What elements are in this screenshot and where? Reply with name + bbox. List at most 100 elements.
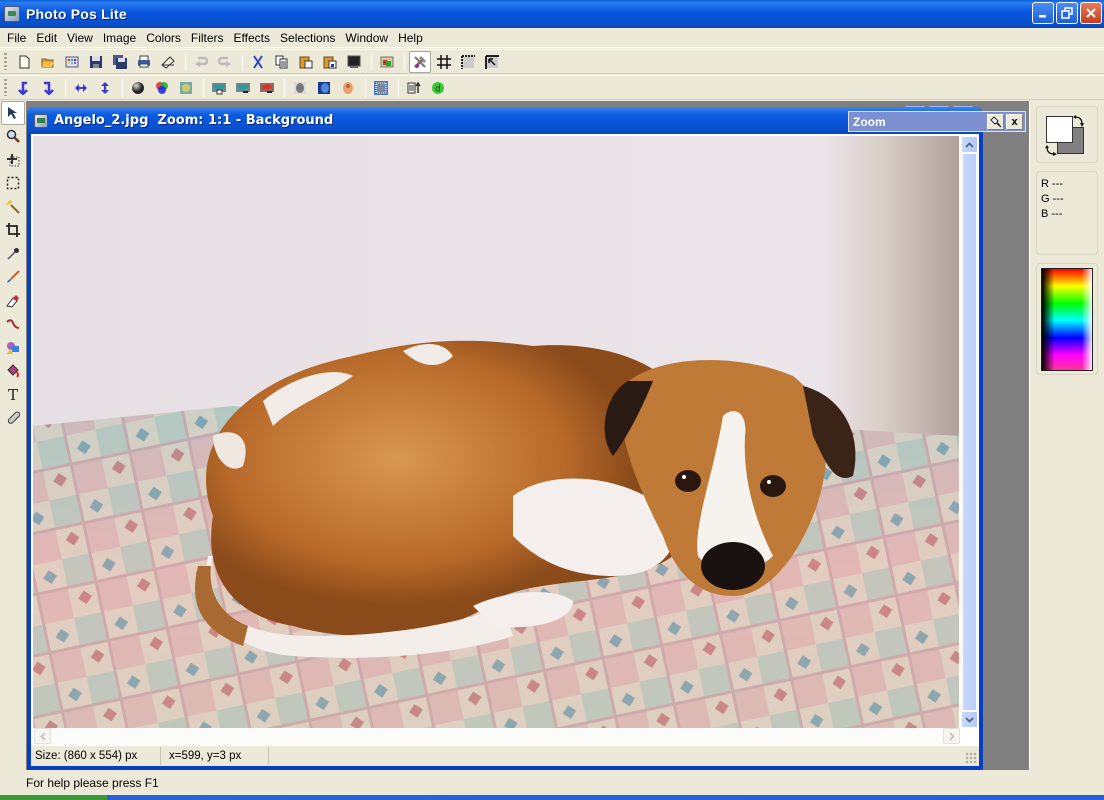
paste-button[interactable]	[295, 51, 317, 73]
crop-tool[interactable]	[1, 219, 25, 243]
redo-button[interactable]	[214, 51, 236, 73]
resize-grip[interactable]	[965, 752, 977, 764]
swap-colors-icon[interactable]	[1073, 115, 1085, 127]
toolbar-separator	[284, 78, 285, 97]
restore-button[interactable]	[1056, 2, 1078, 24]
vertical-scroll-thumb[interactable]	[962, 153, 977, 711]
layers-button[interactable]	[376, 51, 398, 73]
save-icon	[90, 55, 102, 68]
brush-tool[interactable]	[1, 266, 25, 290]
menu-window[interactable]: Window	[340, 29, 393, 47]
red-eye-remove-button[interactable]	[232, 77, 254, 99]
fullscreen-button[interactable]	[343, 51, 365, 73]
grid-button[interactable]	[433, 51, 455, 73]
move-selection-tool[interactable]	[1, 148, 25, 172]
blue-tone-button[interactable]	[313, 77, 335, 99]
pen-tool[interactable]	[1, 313, 25, 337]
ruler-button[interactable]	[457, 51, 479, 73]
undo-button[interactable]	[190, 51, 212, 73]
text-tool-icon: T	[7, 385, 18, 404]
toolbar-separator	[65, 78, 66, 97]
hue-button[interactable]	[175, 77, 197, 99]
horizontal-scrollbar[interactable]	[33, 728, 961, 745]
menu-file[interactable]: File	[2, 29, 31, 47]
tools-button[interactable]	[409, 50, 431, 73]
warm-tone-button[interactable]	[337, 77, 359, 99]
browse-button[interactable]	[61, 51, 83, 73]
main-toolbar	[0, 49, 1104, 74]
color-balance-button[interactable]	[151, 77, 173, 99]
grayscale-button[interactable]	[127, 77, 149, 99]
plugin-d-button[interactable]: d	[427, 77, 449, 99]
image-toolbar: d	[0, 75, 1104, 100]
flip-horizontal-button[interactable]	[70, 77, 92, 99]
image-canvas[interactable]	[33, 136, 959, 728]
warm-tone-icon	[343, 81, 353, 94]
cut-button[interactable]	[247, 51, 269, 73]
paste-new-button[interactable]	[319, 51, 341, 73]
toolbar-separator	[404, 52, 405, 71]
rotate-left-icon	[18, 81, 28, 95]
text-tool[interactable]: T	[1, 383, 25, 407]
open-button[interactable]	[37, 51, 59, 73]
magic-wand-tool[interactable]	[1, 195, 25, 219]
rect-select-tool-icon	[6, 177, 20, 190]
flip-vertical-button[interactable]	[94, 77, 116, 99]
zoom-panel[interactable]: Zoom x	[848, 111, 1026, 132]
toolbar-grip[interactable]	[4, 79, 7, 96]
shapes-tool[interactable]	[1, 336, 25, 360]
sepia-button[interactable]	[289, 77, 311, 99]
fill-bucket-tool[interactable]	[1, 360, 25, 384]
zoom-panel-close-button[interactable]: x	[1006, 113, 1023, 130]
menu-view[interactable]: View	[62, 29, 98, 47]
pointer-tool[interactable]	[1, 101, 25, 125]
move-selection-tool-icon	[7, 153, 20, 167]
menu-selections[interactable]: Selections	[275, 29, 340, 47]
cursor-guide-icon	[485, 54, 499, 69]
minimize-button[interactable]	[1032, 2, 1054, 24]
scroll-right-button[interactable]	[943, 728, 960, 744]
red-eye-fix-button[interactable]	[256, 77, 278, 99]
rotate-left-button[interactable]	[13, 77, 35, 99]
zoom-panel-pin-button[interactable]	[987, 113, 1004, 130]
scroll-down-button[interactable]	[961, 711, 978, 728]
save-all-button[interactable]	[109, 51, 131, 73]
scroll-left-button[interactable]	[34, 728, 51, 744]
foreground-color-swatch[interactable]	[1046, 116, 1073, 143]
color-panel: R --- G --- B ---	[1029, 101, 1104, 770]
copy-button[interactable]	[271, 51, 293, 73]
paste-new-icon	[323, 56, 337, 68]
new-file-button[interactable]	[13, 51, 35, 73]
print-button[interactable]	[133, 51, 155, 73]
menu-effects[interactable]: Effects	[229, 29, 275, 47]
cursor-guide-button[interactable]	[481, 51, 503, 73]
menu-image[interactable]: Image	[98, 29, 141, 47]
crop-tool-icon	[6, 223, 20, 238]
scroll-up-button[interactable]	[961, 136, 978, 153]
menu-edit[interactable]: Edit	[31, 29, 62, 47]
rotate-right-button[interactable]	[37, 77, 59, 99]
rect-select-tool[interactable]	[1, 172, 25, 196]
taskbar	[0, 795, 1104, 800]
toolbar-grip[interactable]	[4, 53, 7, 70]
vertical-scrollbar[interactable]	[961, 136, 978, 728]
sepia-icon	[294, 81, 306, 94]
menu-filters[interactable]: Filters	[186, 29, 229, 47]
export-button[interactable]	[403, 77, 425, 99]
eraser-tool[interactable]	[1, 289, 25, 313]
zoom-tool[interactable]	[1, 125, 25, 149]
clone-tool[interactable]	[1, 407, 25, 431]
scan-button[interactable]	[157, 51, 179, 73]
menu-help[interactable]: Help	[393, 29, 428, 47]
frame-button[interactable]	[370, 77, 392, 99]
close-button[interactable]	[1080, 2, 1102, 24]
color-spectrum-picker[interactable]	[1041, 268, 1093, 371]
save-button[interactable]	[85, 51, 107, 73]
zoom-panel-title: Zoom	[853, 114, 886, 129]
scan-icon	[161, 55, 175, 69]
red-eye-auto-button[interactable]	[208, 77, 230, 99]
menu-colors[interactable]: Colors	[141, 29, 186, 47]
reset-colors-icon[interactable]	[1045, 145, 1057, 157]
image-window-title-bar[interactable]: Angelo_2.jpg Zoom: 1:1 - Background	[27, 107, 983, 134]
eyedropper-tool[interactable]	[1, 242, 25, 266]
